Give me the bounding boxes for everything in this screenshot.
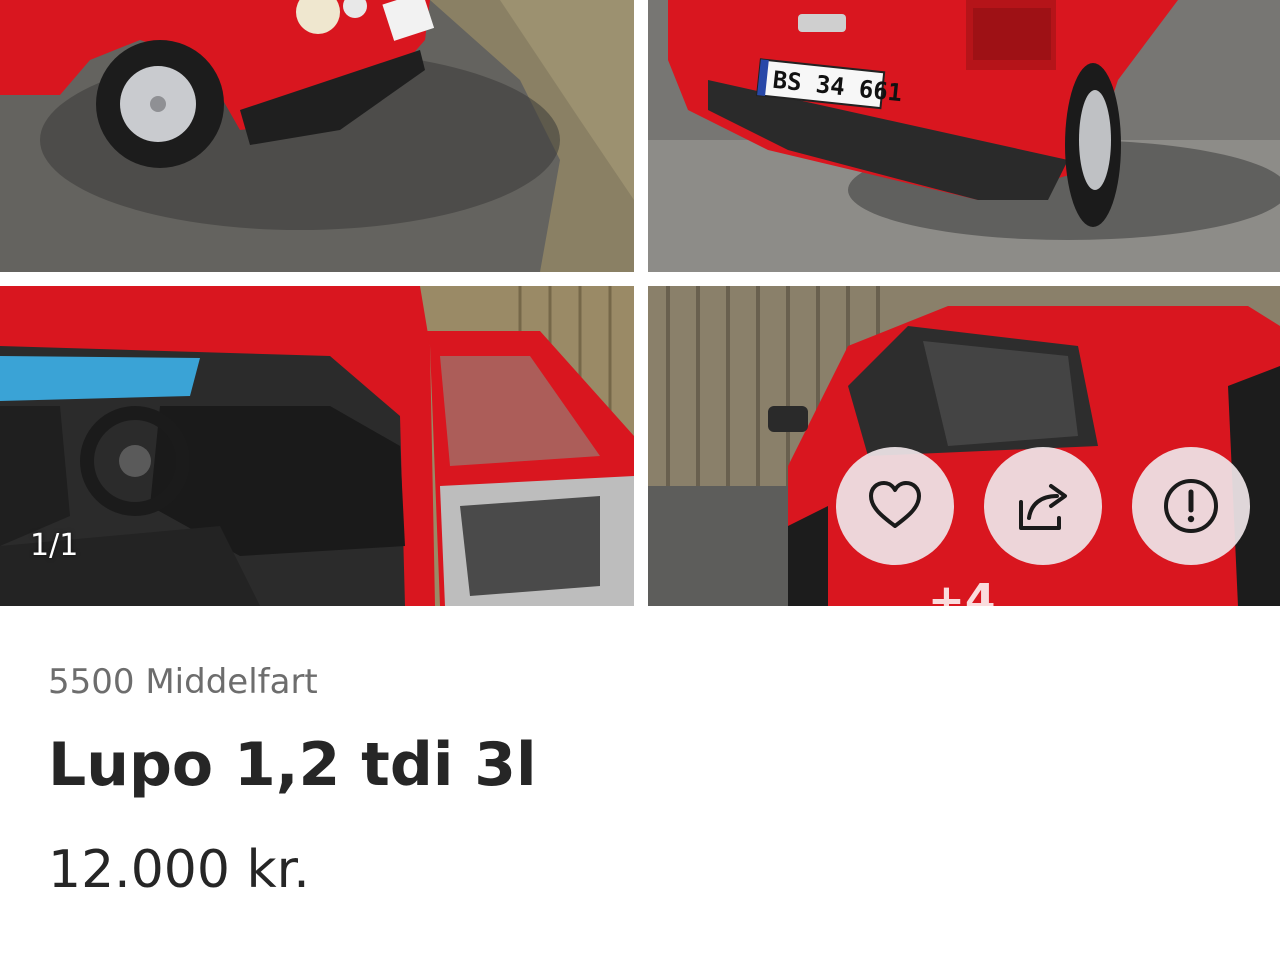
favorite-button[interactable] [836, 447, 954, 565]
car-rear-image: BS 34 661 [648, 0, 1280, 272]
heart-icon [869, 481, 921, 528]
share-icon [1019, 484, 1067, 530]
gallery-photo-1[interactable] [0, 0, 634, 272]
report-button[interactable] [1132, 447, 1250, 565]
exclamation-icon [1164, 479, 1218, 533]
more-photos-count[interactable]: +4 [928, 575, 995, 606]
listing-location: 5500 Middelfart [48, 662, 318, 702]
photo-counter: 1/1 [30, 528, 79, 563]
car-interior-image [0, 286, 634, 606]
share-button[interactable] [984, 447, 1102, 565]
photo-gallery[interactable]: BS 34 661 1/1 +4 [0, 0, 1280, 606]
gallery-photo-3[interactable] [0, 286, 634, 606]
car-front-side-image [0, 0, 634, 272]
listing-title: Lupo 1,2 tdi 3l [48, 730, 537, 800]
gallery-photo-2[interactable]: BS 34 661 [648, 0, 1280, 272]
listing-price: 12.000 kr. [48, 840, 310, 900]
